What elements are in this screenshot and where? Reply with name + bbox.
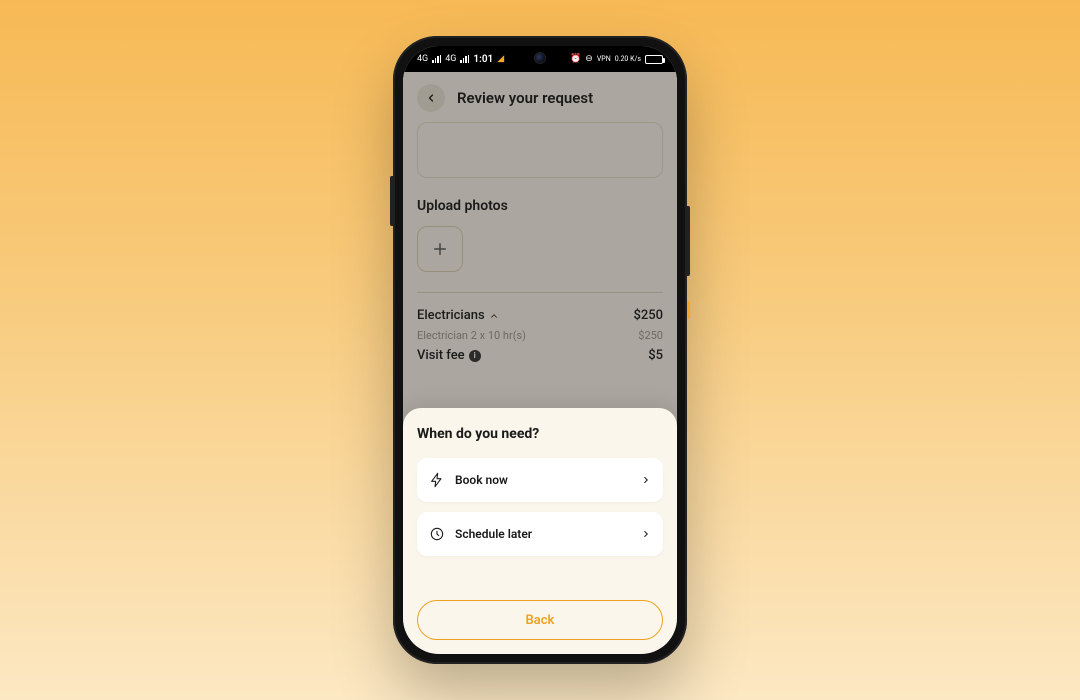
clock-icon [429, 526, 445, 542]
chevron-right-icon [641, 529, 651, 539]
notes-box[interactable] [417, 122, 663, 178]
page-title: Review your request [457, 89, 593, 107]
category-label: Electricians [417, 308, 485, 323]
network-label: 4G [417, 54, 428, 64]
book-now-option[interactable]: Book now [417, 458, 663, 502]
side-button-accent [687, 301, 690, 319]
back-label: Back [526, 613, 555, 628]
schedule-later-label: Schedule later [455, 527, 532, 541]
sheet-title: When do you need? [417, 426, 663, 442]
category-price: $250 [633, 308, 663, 323]
chevron-left-icon [425, 92, 437, 104]
signal-icon-2 [460, 55, 469, 63]
lineitem-label: Electrician 2 x 10 hr(s) [417, 329, 526, 342]
info-icon[interactable]: i [469, 350, 481, 362]
network-label-2: 4G [445, 54, 456, 64]
status-bar: 4G 4G 1:01 ◢ ⏰ ⊖ VPN 0.20 K/s [403, 46, 677, 72]
lightning-icon [429, 472, 445, 488]
alarm-icon: ⏰ [570, 54, 581, 64]
phone-frame: 4G 4G 1:01 ◢ ⏰ ⊖ VPN 0.20 K/s Revi [393, 36, 687, 664]
upload-label: Upload photos [417, 198, 663, 214]
data-rate: 0.20 K/s [615, 55, 641, 63]
book-now-label: Book now [455, 473, 508, 487]
status-right: ⏰ ⊖ VPN 0.20 K/s [570, 54, 663, 64]
sheet-back-button[interactable]: Back [417, 600, 663, 640]
bottom-sheet: When do you need? Book now Schedule late… [403, 408, 677, 654]
plus-icon [431, 240, 449, 258]
lineitem-price: $250 [638, 329, 663, 342]
app-header: Review your request [403, 72, 677, 122]
vpn-label: VPN [597, 55, 611, 63]
back-button[interactable] [417, 84, 445, 112]
chevron-right-icon [641, 475, 651, 485]
signal-icon [432, 55, 441, 63]
visit-fee-label: Visit fee [417, 348, 465, 363]
chevron-up-icon [489, 311, 499, 321]
status-left: 4G 4G 1:01 ◢ [417, 54, 504, 65]
schedule-later-option[interactable]: Schedule later [417, 512, 663, 556]
front-camera [534, 52, 546, 64]
summary-category-row[interactable]: Electricians $250 [417, 305, 663, 326]
clock-time: 1:01 [473, 54, 493, 65]
visit-fee-price: $5 [648, 348, 663, 363]
page-content: Upload photos Electricians $250 Electric… [403, 122, 677, 366]
add-photo-button[interactable] [417, 226, 463, 272]
divider [417, 292, 663, 293]
summary-lineitem-row: Electrician 2 x 10 hr(s) $250 [417, 326, 663, 345]
visit-fee-row: Visit fee i $5 [417, 345, 663, 366]
dnd-icon: ⊖ [585, 54, 593, 64]
screen: 4G 4G 1:01 ◢ ⏰ ⊖ VPN 0.20 K/s Revi [403, 46, 677, 654]
battery-icon [645, 55, 663, 64]
bolt-icon: ◢ [497, 54, 504, 64]
